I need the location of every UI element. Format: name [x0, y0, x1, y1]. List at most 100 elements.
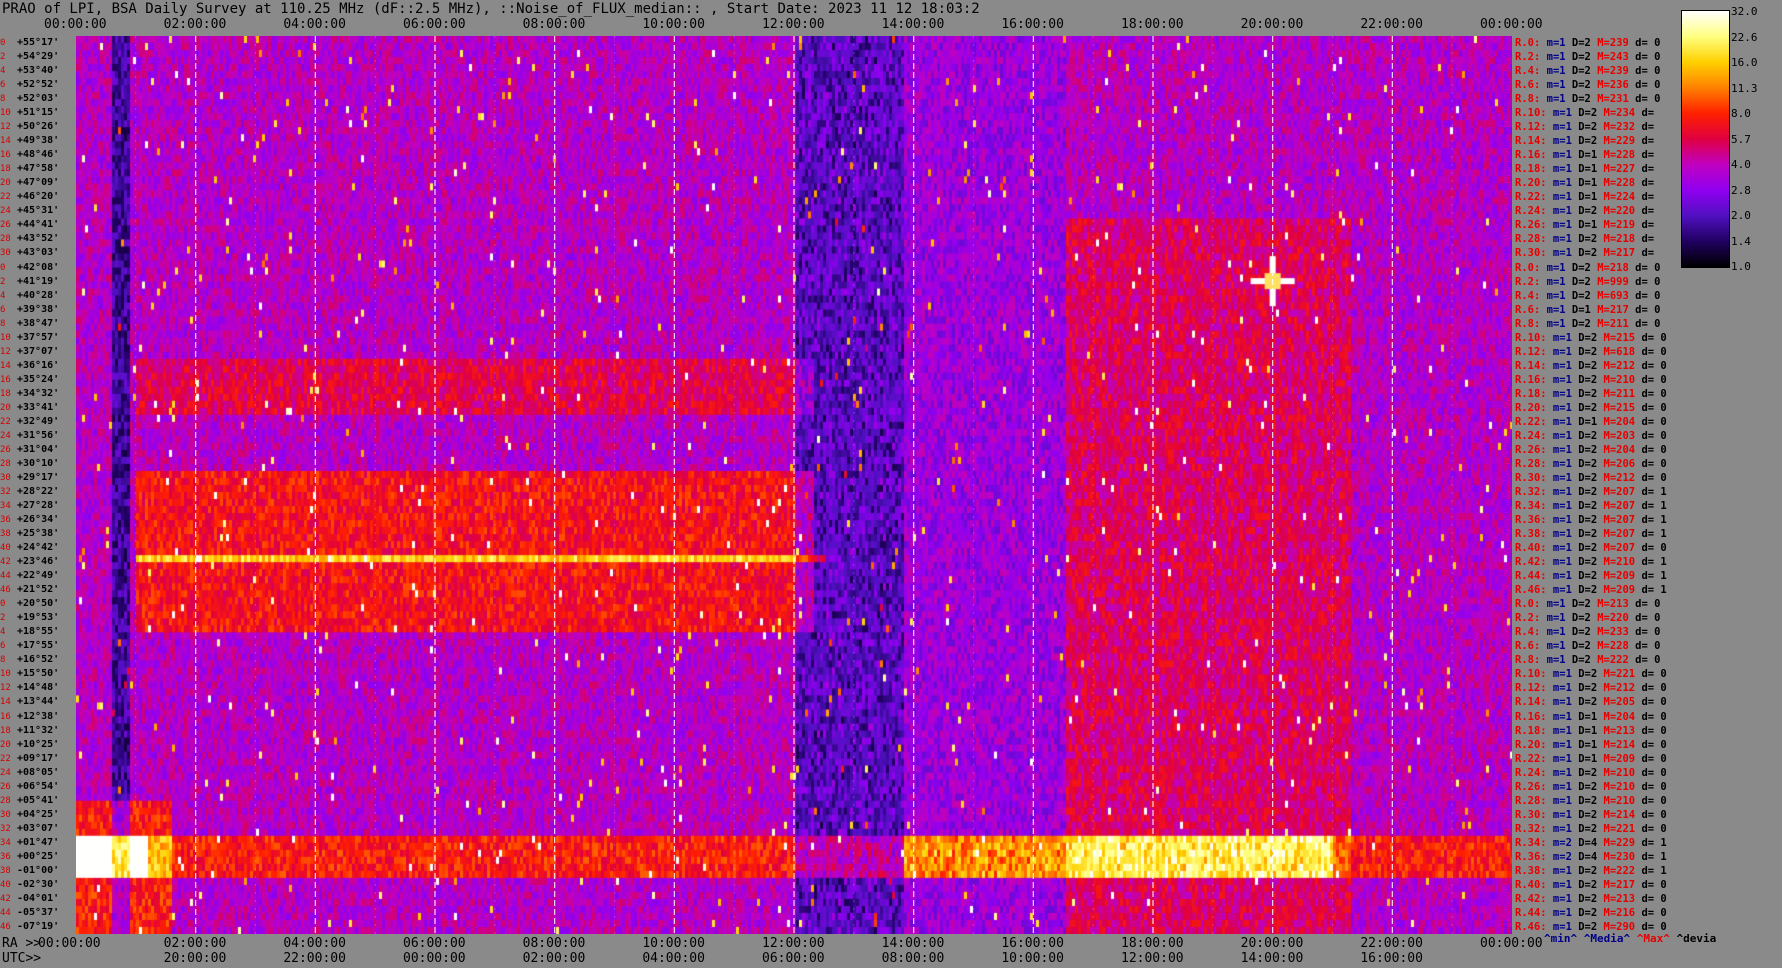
top-ra-axis: 00:00:00 02:00:00 04:00:00 06:00:00 08:00:00… [0, 17, 1543, 33]
dec-row-label: 32 +03°07' [0, 823, 59, 834]
dec-row-label: 22 +32°49' [0, 416, 59, 427]
row-stat-line: R.16: m=1 D=1 M=204 d= 0 [1515, 710, 1667, 723]
row-index: 14 [0, 136, 11, 147]
top-tick-label: 06:00:00 [403, 17, 466, 32]
colorbar [1681, 10, 1730, 268]
dec-row-label: 26 +44°41' [0, 220, 59, 231]
row-index: 12 [0, 683, 11, 694]
utc-tick-label: 20:00:00 [163, 951, 227, 966]
dec-row-label: 22 +46°20' [0, 192, 59, 203]
row-stat-line: R.6: m=1 D=2 M=236 d= 0 [1515, 79, 1661, 92]
colorbar-tick-label: 2.8 [1731, 183, 1751, 197]
top-tick-label: 00:00:00 [44, 17, 107, 32]
dec-row-label: 46 +21°52' [0, 585, 59, 596]
row-declination: +19°53' [17, 612, 60, 624]
row-declination: +39°38' [17, 303, 60, 315]
dec-row-label: 12 +50°26' [0, 122, 59, 133]
row-index: 16 [0, 374, 11, 385]
row-stat-line: R.26: m=1 D=2 M=210 d= 0 [1515, 780, 1667, 793]
row-stat-line: R.40: m=1 D=2 M=207 d= 0 [1515, 542, 1667, 555]
row-index: 18 [0, 164, 11, 175]
row-stat-line: R.18: m=1 D=2 M=211 d= 0 [1515, 387, 1667, 400]
dec-row-label: 2 +19°53' [0, 613, 59, 624]
ra-tick-label: 10:00:00 [642, 936, 705, 951]
row-declination: +01°47' [17, 836, 60, 848]
row-declination: +13°44' [17, 696, 60, 708]
row-stat-line: R.44: m=1 D=2 M=216 d= 0 [1515, 906, 1667, 919]
row-stat-line: R.28: m=1 D=2 M=218 d= [1515, 233, 1655, 246]
ra-tick-label: 18:00:00 [1121, 936, 1184, 951]
row-index: 10 [0, 108, 11, 119]
row-index: 26 [0, 444, 11, 455]
row-stat-line: R.2: m=1 D=2 M=220 d= 0 [1515, 612, 1661, 625]
ra-tick-label: 12:00:00 [762, 936, 825, 951]
row-declination: +28°22' [17, 486, 60, 497]
row-stat-line: R.30: m=1 D=2 M=217 d= [1515, 247, 1655, 260]
row-index: 28 [0, 234, 11, 245]
dec-row-label: 8 +52°03' [0, 94, 59, 105]
row-declination: +17°55' [17, 640, 60, 652]
dec-row-label: 16 +35°24' [0, 374, 59, 385]
utc-tick-label: 02:00:00 [522, 951, 586, 966]
dec-row-label: 40 +24°42' [0, 543, 59, 554]
row-stat-line: R.12: m=1 D=2 M=212 d= 0 [1515, 682, 1667, 695]
row-index: 0 [0, 38, 6, 48]
row-stats-panel: R.0: m=1 D=2 M=239 d= 0 R.2: m=1 D=2 M=24… [1512, 36, 1687, 934]
legend-max: ^Max^ [1636, 932, 1670, 945]
colorbar-tick-label: 1.0 [1731, 260, 1751, 273]
dec-row-label: 12 +37°07' [0, 346, 59, 357]
row-stat-line: R.2: m=1 D=2 M=999 d= 0 [1515, 275, 1661, 288]
row-stat-line: R.38: m=1 D=2 M=207 d= 1 [1515, 528, 1667, 541]
row-index: 22 [0, 192, 11, 203]
row-stat-line: R.22: m=1 D=1 M=224 d= [1515, 191, 1655, 204]
row-declination: +16°52' [17, 654, 60, 666]
dec-row-label: 6 +39°38' [0, 304, 59, 315]
row-index: 12 [0, 346, 11, 357]
row-declination: +00°25' [17, 850, 60, 862]
row-declination: +51°15' [17, 107, 60, 119]
row-stat-line: R.20: m=1 D=2 M=215 d= 0 [1515, 401, 1667, 414]
row-index: 46 [0, 921, 11, 932]
row-declination: +53°40' [17, 65, 60, 77]
row-stat-line: R.18: m=1 D=1 M=227 d= [1515, 163, 1655, 176]
row-stat-line: R.6: m=1 D=2 M=228 d= 0 [1515, 640, 1661, 653]
dec-row-label: 32 +28°22' [0, 487, 59, 498]
colorbar-tick-label: 1.4 [1731, 234, 1751, 248]
row-stat-line: R.28: m=1 D=2 M=210 d= 0 [1515, 794, 1667, 807]
dec-row-label: 6 +17°55' [0, 641, 59, 652]
row-stat-line: R.20: m=1 D=1 M=214 d= 0 [1515, 738, 1667, 751]
row-index: 18 [0, 725, 11, 736]
row-stat-line: R.26: m=1 D=1 M=219 d= [1515, 219, 1655, 232]
utc-tick-label: 16:00:00 [1360, 951, 1423, 966]
dec-row-label: 10 +51°15' [0, 108, 59, 119]
row-index: 30 [0, 248, 11, 259]
row-declination: +06°54' [17, 780, 60, 792]
row-stat-line: R.0: m=1 D=2 M=239 d= 0 [1515, 37, 1661, 49]
utc-tick-label: 08:00:00 [881, 951, 945, 966]
row-declination: +03°07' [17, 822, 60, 834]
row-declination: +15°50' [17, 668, 60, 680]
row-stat-line: R.28: m=1 D=2 M=206 d= 0 [1515, 457, 1667, 470]
row-stat-line: R.4: m=1 D=2 M=239 d= 0 [1515, 65, 1661, 78]
row-stat-line: R.8: m=1 D=2 M=231 d= 0 [1515, 93, 1661, 106]
dec-row-label: 10 +15°50' [0, 669, 59, 680]
dec-row-label: 6 +52°52' [0, 80, 59, 91]
row-stat-line: R.16: m=1 D=2 M=210 d= 0 [1515, 373, 1667, 386]
row-stat-line: R.10: m=1 D=2 M=221 d= 0 [1515, 668, 1667, 681]
dec-row-label: 36 +26°34' [0, 515, 59, 526]
chart-title: PRAO of LPI, BSA Daily Survey at 110.25 … [2, 1, 980, 17]
row-index: 22 [0, 753, 11, 764]
dec-row-label: 24 +31°56' [0, 430, 59, 441]
row-declination: +41°19' [17, 275, 60, 287]
row-declination: -04°01' [17, 892, 60, 904]
dec-row-label: 24 +08°05' [0, 767, 59, 778]
heatmap-plot[interactable] [76, 36, 1512, 934]
dec-row-label: 14 +36°16' [0, 360, 59, 371]
dec-row-label: 38 +25°38' [0, 529, 59, 540]
row-index: 42 [0, 557, 11, 568]
top-tick-label: 18:00:00 [1121, 17, 1184, 32]
top-tick-label: 04:00:00 [283, 17, 346, 32]
dec-row-label: 42 -04°01' [0, 893, 59, 904]
row-index: 46 [0, 585, 11, 596]
stats-legend: ^min^ ^Media^ ^Max^ ^devia [1544, 932, 1716, 945]
